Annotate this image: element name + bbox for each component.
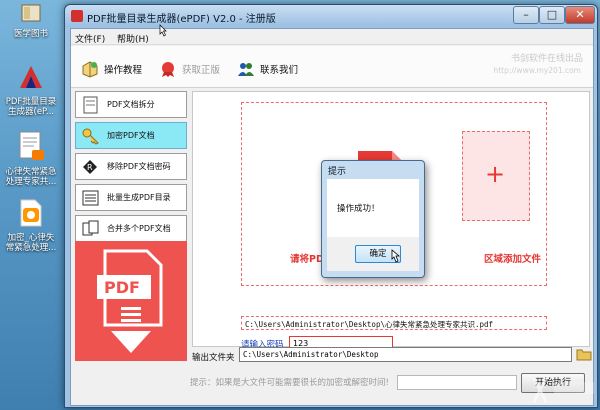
sidebar-item-label: 合并多个PDF文档 xyxy=(107,224,171,233)
pdf-banner-text: PDF xyxy=(104,278,140,297)
pdf-document-icon: PDF xyxy=(97,249,163,353)
desktop-icon-label: 心律失常紧急 xyxy=(5,167,57,177)
remove-password-icon: R xyxy=(83,159,97,174)
sidebar-item-split-pdf[interactable]: PDF文档拆分 xyxy=(75,91,187,118)
desktop-icon-label: 生成器(eP... xyxy=(8,107,54,117)
menu-bar: 文件(F) 帮助(H) xyxy=(71,29,593,45)
site-watermark-icon xyxy=(532,377,594,403)
close-button[interactable]: ✕ xyxy=(565,6,595,24)
folder-icon[interactable] xyxy=(576,347,592,361)
desktop-icon-label: 加密_心律失 xyxy=(7,233,55,243)
selected-file-path: C:\Users\Administrator\Desktop\心律失常紧急处理专… xyxy=(241,316,547,330)
title-bar[interactable]: PDF批量目录生成器(ePDF) V2.0 - 注册版 – □ ✕ xyxy=(65,5,597,27)
brand-url[interactable]: http://www.my201.com xyxy=(493,66,581,75)
get-register-button[interactable]: 获取正版 xyxy=(159,58,220,80)
book-icon xyxy=(21,4,41,22)
sidebar-item-label: 移除PDF文档密码 xyxy=(107,162,171,171)
sidebar-item-label: 批量生成PDF目录 xyxy=(107,193,171,202)
drop-hint-right: 区域添加文件 xyxy=(484,254,542,265)
dialog-message: 操作成功！ xyxy=(337,204,380,214)
desktop-icon-pdf-toc-generator[interactable]: PDF批量目录 生成器(eP... xyxy=(0,62,62,117)
sidebar-item-merge-pdf[interactable]: 合并多个PDF文档 xyxy=(75,215,187,242)
sidebar-item-label: PDF文档拆分 xyxy=(107,100,155,109)
output-folder-input[interactable] xyxy=(239,347,572,362)
tutorial-button[interactable]: 操作教程 xyxy=(81,58,142,80)
sidebar-item-batch-toc[interactable]: 批量生成PDF目录 xyxy=(75,184,187,211)
svg-text:R: R xyxy=(87,163,93,172)
document-icon xyxy=(19,131,44,160)
get-register-label: 获取正版 xyxy=(182,65,221,76)
dialog-title: 提示 xyxy=(328,167,347,177)
message-dialog: 提示 操作成功！ 确定 xyxy=(321,160,425,278)
document-split-icon xyxy=(83,96,98,113)
desktop-icon-label: 医学图书 xyxy=(13,29,48,39)
tutorial-icon xyxy=(82,61,98,78)
dialog-body: 操作成功！ xyxy=(327,179,419,237)
merge-icon xyxy=(82,220,99,235)
window-title: PDF批量目录生成器(ePDF) V2.0 - 注册版 xyxy=(87,14,276,25)
maximize-button[interactable]: □ xyxy=(539,6,565,24)
sidebar-item-remove-password[interactable]: R 移除PDF文档密码 xyxy=(75,153,187,180)
progress-bar xyxy=(397,375,517,390)
hint-text: 提示：如果是大文件可能需要很长的加密或解密时间! xyxy=(190,378,389,388)
mouse-cursor-icon xyxy=(159,24,167,37)
output-folder-label: 输出文件夹 xyxy=(192,353,235,363)
key-icon xyxy=(82,128,99,145)
brand-text: 书剑软件在线出品 xyxy=(510,54,583,64)
mouse-cursor-icon xyxy=(391,249,401,263)
list-icon xyxy=(82,190,99,205)
desktop-icon-label: 处理专家共... xyxy=(5,177,57,187)
desktop-icon-label: PDF批量目录 xyxy=(5,97,57,107)
desktop-icon-medical-books[interactable]: 医学图书 xyxy=(0,2,62,39)
desktop-icon-encrypted-pdf[interactable]: 加密_心律失 常紧急处理... xyxy=(0,198,62,253)
desktop-icon-arrhythmia-doc[interactable]: 心律失常紧急 处理专家共... xyxy=(0,130,62,187)
contact-button[interactable]: 联系我们 xyxy=(237,58,298,80)
menu-file[interactable]: 文件(F) xyxy=(75,32,105,45)
sidebar-item-label: 加密PDF文档 xyxy=(107,131,155,140)
tutorial-label: 操作教程 xyxy=(104,65,143,76)
pdf-file-icon xyxy=(20,199,42,227)
minimize-button[interactable]: – xyxy=(513,6,539,24)
app-logo-icon xyxy=(20,66,42,88)
sidebar-item-encrypt-pdf[interactable]: 加密PDF文档 xyxy=(75,122,187,149)
add-icon: + xyxy=(485,160,506,188)
pdf-banner: PDF xyxy=(75,241,187,361)
toolbar: 操作教程 获取正版 联系我们 书剑软件在线出品 http://www.my201… xyxy=(71,46,593,88)
register-icon xyxy=(162,62,174,77)
app-title-icon xyxy=(71,10,83,22)
desktop-icon-label: 常紧急处理... xyxy=(5,243,57,253)
contact-label: 联系我们 xyxy=(260,65,299,76)
dialog-footer: 确定 xyxy=(327,237,419,271)
add-file-box[interactable]: + xyxy=(462,131,530,221)
contact-icon xyxy=(238,63,254,76)
menu-help[interactable]: 帮助(H) xyxy=(117,32,149,45)
